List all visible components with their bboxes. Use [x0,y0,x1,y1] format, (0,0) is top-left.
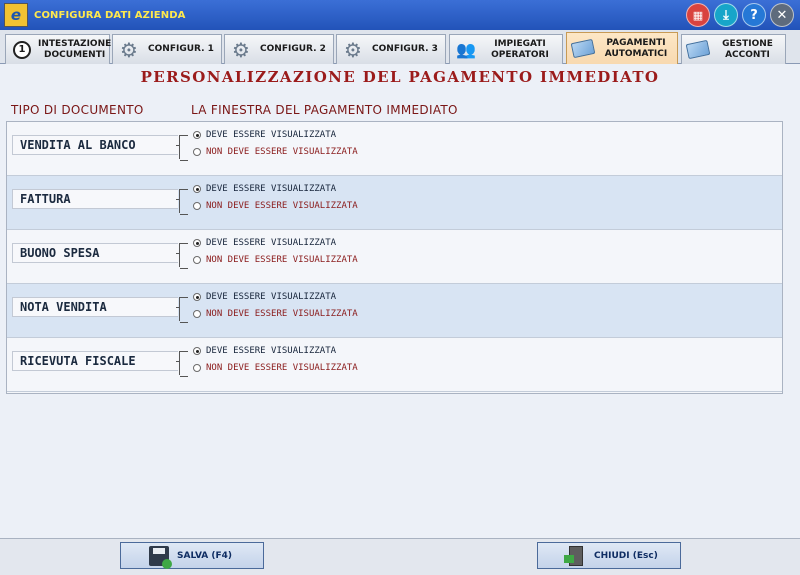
save-button-label: SALVA (F4) [177,550,233,561]
option-show[interactable]: DEVE ESSERE VISUALIZZATA [193,184,336,194]
bracket-connector [176,189,189,215]
option-hide[interactable]: NON DEVE ESSERE VISUALIZZATA [193,309,358,319]
radio-button-selected[interactable] [193,293,201,301]
option-label: NON DEVE ESSERE VISUALIZZATA [206,309,358,319]
main-panel: PERSONALIZZAZIONE DEL PAGAMENTO IMMEDIAT… [0,64,800,538]
tab-label-line1: INTESTAZIONE [38,38,112,49]
tab-label-line1: IMPIEGATI [494,38,546,49]
tab-label-line2: ACCONTI [725,49,770,60]
close-button-label: CHIUDI (Esc) [594,550,658,561]
tab-label-line1: PAGAMENTI [606,37,666,48]
number-1-icon: 1 [13,40,31,59]
download-icon[interactable]: ⤓ [714,3,738,27]
radio-button[interactable] [193,364,201,372]
close-button[interactable]: ✕ [770,3,794,27]
radio-button[interactable] [193,202,201,210]
gear-icon: ⚙ [232,37,250,62]
option-label: DEVE ESSERE VISUALIZZATA [206,184,337,194]
radio-button[interactable] [193,148,201,156]
bracket-connector [176,297,189,323]
page-title: PERSONALIZZAZIONE DEL PAGAMENTO IMMEDIAT… [140,68,660,86]
calculator-icon[interactable]: ▦ [686,3,710,27]
tab-configur-2[interactable]: ⚙ CONFIGUR. 2 [224,34,334,64]
option-label: NON DEVE ESSERE VISUALIZZATA [206,201,358,211]
save-button[interactable]: SALVA (F4) [120,542,264,569]
floppy-disk-icon [149,545,172,569]
tab-intestazione-documenti[interactable]: 1 INTESTAZIONE DOCUMENTI [5,34,112,64]
tab-label-line1: GESTIONE [722,38,773,49]
documents-panel: VENDITA AL BANCO DEVE ESSERE VISUALIZZAT… [6,121,783,394]
document-label: RICEVUTA FISCALE [12,351,178,371]
document-row-nota-vendita: NOTA VENDITA DEVE ESSERE VISUALIZZATA NO… [7,284,782,338]
document-row-fattura: FATTURA DEVE ESSERE VISUALIZZATA NON DEV… [7,176,782,230]
option-hide[interactable]: NON DEVE ESSERE VISUALIZZATA [193,147,358,157]
tab-pagamenti-automatici[interactable]: PAGAMENTI AUTOMATICI [566,32,678,64]
tab-label: CONFIGUR. 1 [148,44,214,54]
card-icon [570,38,596,59]
option-show[interactable]: DEVE ESSERE VISUALIZZATA [193,346,336,356]
tab-impiegati-operatori[interactable]: 👥 IMPIEGATI OPERATORI [449,34,563,64]
footer-bar: SALVA (F4) CHIUDI (Esc) [0,538,800,575]
column-header-document-type: TIPO DI DOCUMENTO [11,103,144,117]
radio-button-selected[interactable] [193,185,201,193]
tab-configur-3[interactable]: ⚙ CONFIGUR. 3 [336,34,446,64]
bracket-connector [176,135,189,161]
people-icon: 👥 [456,40,476,59]
tab-strip: 1 INTESTAZIONE DOCUMENTI ⚙ CONFIGUR. 1 ⚙ … [0,30,800,64]
option-label: NON DEVE ESSERE VISUALIZZATA [206,363,358,373]
title-bar: e CONFIGURA DATI AZIENDA ▦ ⤓ ? ✕ [0,0,800,30]
bracket-connector [176,243,189,269]
option-hide[interactable]: NON DEVE ESSERE VISUALIZZATA [193,201,358,211]
document-row-buono-spesa: BUONO SPESA DEVE ESSERE VISUALIZZATA NON… [7,230,782,284]
option-label: NON DEVE ESSERE VISUALIZZATA [206,147,358,157]
tab-label-line2: OPERATORI [491,49,549,60]
option-label: DEVE ESSERE VISUALIZZATA [206,292,337,302]
option-show[interactable]: DEVE ESSERE VISUALIZZATA [193,130,336,140]
document-label: NOTA VENDITA [12,297,178,317]
window-title: CONFIGURA DATI AZIENDA [34,9,186,21]
app-logo-icon: e [4,3,28,27]
tab-label-line2: AUTOMATICI [604,48,668,59]
option-label: NON DEVE ESSERE VISUALIZZATA [206,255,358,265]
document-row-vendita-al-banco: VENDITA AL BANCO DEVE ESSERE VISUALIZZAT… [7,122,782,176]
card-icon [685,39,711,60]
tab-label: CONFIGUR. 2 [260,44,326,54]
document-label: VENDITA AL BANCO [12,135,178,155]
radio-button-selected[interactable] [193,131,201,139]
tab-configur-1[interactable]: ⚙ CONFIGUR. 1 [112,34,222,64]
radio-button[interactable] [193,256,201,264]
option-show[interactable]: DEVE ESSERE VISUALIZZATA [193,238,336,248]
radio-button-selected[interactable] [193,239,201,247]
gear-icon: ⚙ [344,37,362,62]
column-header-payment-window: LA FINESTRA DEL PAGAMENTO IMMEDIATO [191,103,458,117]
gear-icon: ⚙ [120,37,138,62]
option-hide[interactable]: NON DEVE ESSERE VISUALIZZATA [193,255,358,265]
document-label: FATTURA [12,189,178,209]
close-window-button[interactable]: CHIUDI (Esc) [537,542,681,569]
option-show[interactable]: DEVE ESSERE VISUALIZZATA [193,292,336,302]
document-label: BUONO SPESA [12,243,178,263]
bracket-connector [176,351,189,377]
radio-button[interactable] [193,310,201,318]
radio-button-selected[interactable] [193,347,201,355]
option-label: DEVE ESSERE VISUALIZZATA [206,130,337,140]
document-row-ricevuta-fiscale: RICEVUTA FISCALE DEVE ESSERE VISUALIZZAT… [7,338,782,392]
option-label: DEVE ESSERE VISUALIZZATA [206,238,337,248]
option-label: DEVE ESSERE VISUALIZZATA [206,346,337,356]
tab-label-line2: DOCUMENTI [44,49,106,60]
exit-door-icon [564,545,583,566]
tab-label: CONFIGUR. 3 [372,44,438,54]
help-button[interactable]: ? [742,3,766,27]
option-hide[interactable]: NON DEVE ESSERE VISUALIZZATA [193,363,358,373]
tab-gestione-acconti[interactable]: GESTIONE ACCONTI [681,34,786,64]
